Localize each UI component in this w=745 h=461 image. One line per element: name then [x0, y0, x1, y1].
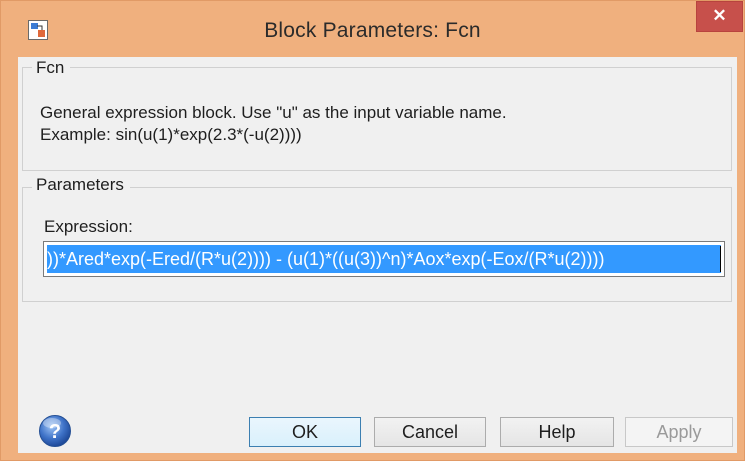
fcn-group-legend: Fcn	[32, 58, 71, 78]
window-title: Block Parameters: Fcn	[264, 19, 481, 42]
close-icon: ✕	[712, 6, 727, 25]
dialog-client-area: Fcn General expression block. Use "u" as…	[18, 57, 737, 453]
text-caret	[720, 246, 721, 272]
title-bar[interactable]: Block Parameters: Fcn ✕	[1, 1, 744, 57]
question-mark-help-icon[interactable]: ?	[38, 414, 72, 448]
svg-text:?: ?	[49, 421, 61, 443]
help-button[interactable]: Help	[500, 417, 614, 447]
apply-button[interactable]: Apply	[625, 417, 733, 447]
expression-value: ))*Ared*exp(-Ered/(R*u(2)))) - (u(1)*((u…	[47, 249, 605, 269]
description-line-2: Example: sin(u(1)*exp(2.3*(-u(2))))	[40, 125, 302, 144]
expression-selected-text: ))*Ared*exp(-Ered/(R*u(2)))) - (u(1)*((u…	[47, 245, 721, 273]
expression-label: Expression:	[44, 217, 133, 236]
cancel-button[interactable]: Cancel	[374, 417, 486, 447]
close-button[interactable]: ✕	[696, 1, 743, 32]
ok-button[interactable]: OK	[249, 417, 361, 447]
block-parameters-dialog: Block Parameters: Fcn ✕ Fcn General expr…	[0, 0, 745, 461]
expression-input[interactable]: ))*Ared*exp(-Ered/(R*u(2)))) - (u(1)*((u…	[43, 241, 725, 277]
description-line-1: General expression block. Use "u" as the…	[40, 103, 507, 122]
parameters-group-legend: Parameters	[32, 175, 130, 195]
